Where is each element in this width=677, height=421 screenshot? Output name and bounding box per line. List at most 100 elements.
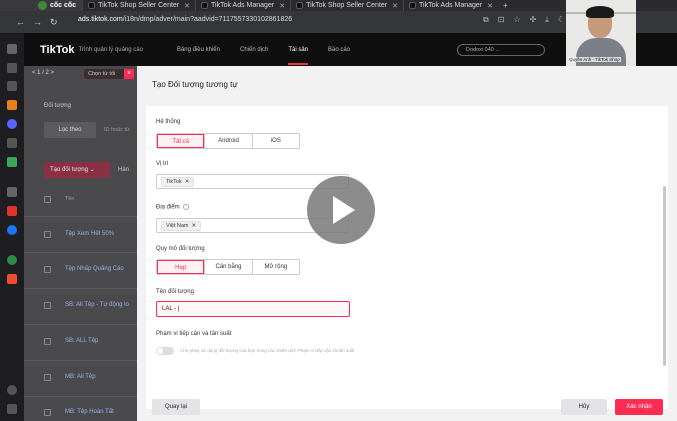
table-row[interactable]: SB: All Tệp - Tự động lo xyxy=(65,302,129,308)
create-lookalike-modal: Tạo Đối tượng tương tự Hệ thống Tất cả A… xyxy=(137,66,677,421)
reach-frequency-toggle[interactable] xyxy=(156,347,174,355)
nav-campaign[interactable]: Chiến dịch xyxy=(240,47,268,53)
audience-size-label: Quy mô đối tượng xyxy=(156,246,205,252)
webcam-overlay: Quyền Anh - TikTok Shop xyxy=(566,0,636,66)
add-icon[interactable] xyxy=(7,187,17,197)
filter-button[interactable]: Lọc theo xyxy=(44,122,96,138)
url-field[interactable]: ads.tiktok.com/i18n/dmp/adver/main?aadvi… xyxy=(78,16,292,23)
search-id-field[interactable]: ID hoặc từ xyxy=(98,122,138,138)
table-row[interactable]: Tệp Xem Hết 50% xyxy=(65,231,114,237)
url-host: ads.tiktok.com xyxy=(78,16,123,23)
tiktok-favicon-icon xyxy=(88,2,96,9)
more-icon[interactable] xyxy=(7,404,17,414)
puzzle-icon[interactable]: ✣ xyxy=(530,15,537,25)
back-arrow-icon[interactable]: ← xyxy=(16,17,25,27)
messenger-icon[interactable] xyxy=(7,119,17,129)
coccoc-app-icon[interactable] xyxy=(7,255,17,265)
nav-reports[interactable]: Báo cáo xyxy=(328,47,350,53)
dark-mode-icon[interactable]: ☾ xyxy=(558,15,565,25)
row-checkbox[interactable] xyxy=(44,231,51,238)
browser-tab[interactable]: TikTok Ads Manager ✕ xyxy=(403,0,498,11)
info-icon[interactable] xyxy=(182,204,189,210)
row-divider xyxy=(24,396,137,397)
row-divider xyxy=(24,360,137,361)
youtube-icon[interactable] xyxy=(7,206,17,216)
select-all-checkbox[interactable] xyxy=(44,196,51,203)
audience-size-segmented-control: Hẹp Cân bằng Mở rộng xyxy=(156,259,300,275)
address-bar-actions: ⧉ ⊡ ☆ ✣ ⤓ ☾ xyxy=(483,15,565,25)
table-row[interactable]: SB: ALL Tệp xyxy=(65,338,98,344)
background-page: < 1 / 2 > Chọn từ tối × Đối tượng Lọc th… xyxy=(24,66,137,421)
confirm-button[interactable]: Xác nhận xyxy=(615,399,663,415)
section-label: Đối tượng xyxy=(44,103,71,109)
copy-icon[interactable]: ⧉ xyxy=(483,15,489,25)
scrollbar[interactable] xyxy=(663,186,666,366)
tab-close-icon[interactable]: ✕ xyxy=(279,2,285,10)
audience-name-input[interactable]: LAL - | xyxy=(156,301,350,317)
tiktok-logo[interactable]: TikTok xyxy=(40,44,74,56)
account-dropdown[interactable]: Dodoxi 040 ... xyxy=(457,44,545,56)
secondary-action-button[interactable]: Hàn xyxy=(118,162,129,178)
tab-close-icon[interactable]: ✕ xyxy=(184,2,190,10)
browser-brand[interactable]: cốc cốc xyxy=(0,0,83,11)
forward-arrow-icon[interactable]: → xyxy=(33,17,42,27)
system-option-ios[interactable]: iOS xyxy=(251,134,299,148)
tab-close-icon[interactable]: ✕ xyxy=(487,2,493,10)
system-option-all[interactable]: Tất cả xyxy=(157,134,205,148)
facebook-icon[interactable] xyxy=(7,225,17,235)
tab-label: TikTok Ads Manager xyxy=(419,2,483,9)
system-option-android[interactable]: Android xyxy=(204,134,252,148)
reach-frequency-hint: Cho phép sử dụng đối tượng của bạn trong… xyxy=(180,348,355,353)
settings-icon[interactable] xyxy=(7,44,17,54)
notes-icon[interactable] xyxy=(7,81,17,91)
pager[interactable]: < 1 / 2 > xyxy=(32,70,54,76)
tab-close-icon[interactable]: ✕ xyxy=(392,2,398,10)
size-option-broad[interactable]: Mở rộng xyxy=(251,260,299,274)
game-icon[interactable] xyxy=(7,157,17,167)
chip-remove-icon[interactable]: ✕ xyxy=(192,223,197,229)
back-button[interactable]: Quay lại xyxy=(152,399,200,415)
chip-remove-icon[interactable]: ✕ xyxy=(185,179,190,185)
new-tab-icon[interactable]: + xyxy=(498,1,513,10)
tiktok-favicon-icon xyxy=(296,2,304,9)
audience-name-label: Tên đối tượng xyxy=(156,289,194,295)
nav-dashboard[interactable]: Bảng điều khiển xyxy=(177,47,220,53)
close-icon[interactable]: × xyxy=(124,69,134,79)
row-checkbox[interactable] xyxy=(44,338,51,345)
crown-icon[interactable] xyxy=(7,100,17,110)
video-play-icon[interactable] xyxy=(307,176,375,244)
placement-chip: TikTok ✕ xyxy=(161,177,195,187)
location-label-text: Địa điểm xyxy=(156,204,180,211)
tiktok-favicon-icon xyxy=(201,2,209,9)
header-subtitle: Trình quản lý quảng cáo xyxy=(78,46,143,53)
translate-icon[interactable]: ⊡ xyxy=(498,15,505,25)
browser-sidebar xyxy=(0,33,24,421)
browser-tab[interactable]: TikTok Shop Seller Center ✕ xyxy=(82,0,195,11)
row-checkbox[interactable] xyxy=(44,302,51,309)
browser-tab[interactable]: TikTok Shop Seller Center ✕ xyxy=(290,0,403,11)
nav-assets[interactable]: Tài sản xyxy=(288,47,308,65)
chip-label: Việt Nam xyxy=(166,223,189,229)
url-path: /i18n/dmp/adver/main?aadvid=711755733010… xyxy=(122,16,293,23)
chip-label: TikTok xyxy=(166,179,182,185)
reload-icon[interactable]: ↻ xyxy=(50,17,58,28)
row-checkbox[interactable] xyxy=(44,409,51,416)
bookmark-star-icon[interactable]: ☆ xyxy=(513,15,520,25)
cancel-button[interactable]: Hủy xyxy=(561,399,607,415)
create-audience-button[interactable]: Tạo đối tượng ⌄ xyxy=(44,162,110,178)
presenter-hair xyxy=(586,6,614,18)
size-option-balanced[interactable]: Cân bằng xyxy=(204,260,252,274)
shopee-icon[interactable] xyxy=(7,274,17,284)
column-header-name: Tên xyxy=(65,196,75,202)
table-row[interactable]: MB: Tệp Hoàn Tất xyxy=(65,409,114,415)
notification-bell-icon[interactable] xyxy=(7,385,17,395)
row-checkbox[interactable] xyxy=(44,374,51,381)
row-checkbox[interactable] xyxy=(44,266,51,273)
table-row[interactable]: MB: All Tệp xyxy=(65,374,96,380)
table-row[interactable]: Tệp Nhấp Quảng Cáo xyxy=(65,266,124,272)
list-icon[interactable] xyxy=(7,138,17,148)
browser-tab[interactable]: TikTok Ads Manager ✕ xyxy=(195,0,290,11)
size-option-narrow[interactable]: Hẹp xyxy=(157,260,205,274)
download-icon[interactable]: ⤓ xyxy=(545,15,549,25)
history-icon[interactable] xyxy=(7,63,17,73)
